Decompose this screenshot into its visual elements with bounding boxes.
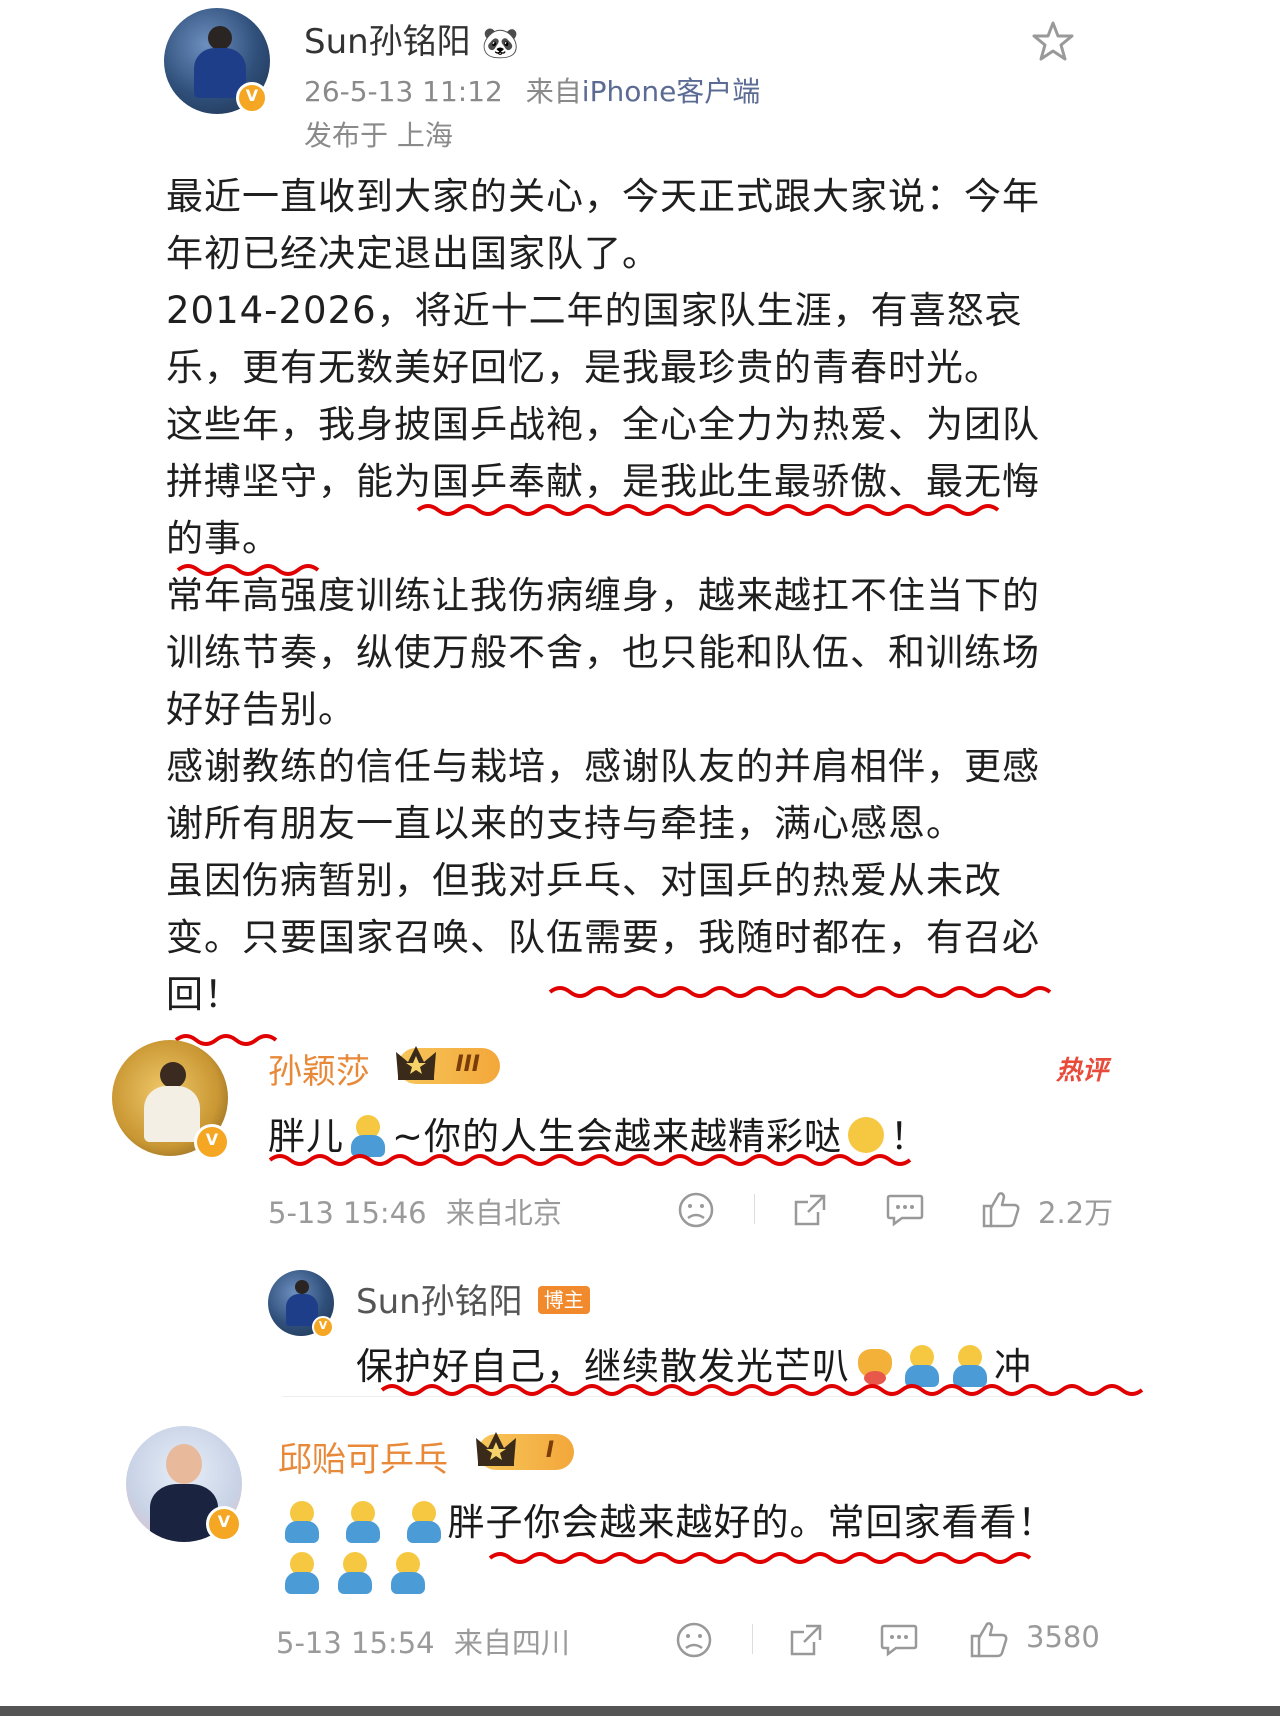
reply-divider (282, 1396, 1052, 1397)
fan-level: III (455, 1052, 480, 1077)
dislike-icon[interactable] (674, 1620, 714, 1660)
post-meta: 26-5-13 11:12 来自iPhone客户端 (304, 70, 760, 110)
post-paragraph: 2014-2026，将近十二年的国家队生涯，有喜怒哀乐，更有无数美好回忆，是我最… (166, 289, 1023, 389)
boy-emoji (282, 1552, 322, 1594)
action-divider (752, 1624, 753, 1654)
dislike-icon[interactable] (676, 1190, 716, 1230)
bottom-bar (0, 1706, 1280, 1716)
source-prefix: 来自 (525, 75, 582, 108)
verified-badge-icon: V (312, 1316, 334, 1338)
commenter-name[interactable]: 孙颖莎 (268, 1044, 370, 1093)
panda-emoji: 🐼 (481, 26, 519, 61)
emoji-row (278, 1552, 432, 1594)
author-name[interactable]: Sun孙铭阳 🐼 (304, 14, 519, 63)
comment-location: 来自北京 (445, 1196, 562, 1230)
comment-text-part: 胖子你会越来越好的。常回家看看！ (447, 1501, 1056, 1544)
red-underline-2 (176, 564, 320, 576)
post-paragraph: 感谢教练的信任与栽培，感谢队友的并肩相伴，更感谢所有朋友一直以来的支持与牵挂，满… (166, 745, 1040, 845)
comment-icon[interactable] (878, 1620, 920, 1660)
boy-emoji (404, 1501, 444, 1543)
post-paragraph: 这些年，我身披国乒战袍，全心全力为热爱、为团队拼搏坚守，能为国乒奉献，是我此生最… (166, 403, 1040, 560)
verified-badge-icon: V (206, 1506, 242, 1542)
boy-emoji (282, 1501, 322, 1543)
red-underline-1 (416, 504, 1000, 516)
like-count: 3580 (1026, 1620, 1100, 1654)
reply-author[interactable]: Sun孙铭阳 博主 (356, 1274, 590, 1323)
crown-icon (396, 1046, 436, 1080)
verified-badge-icon: V (194, 1124, 230, 1160)
blogger-badge: 博主 (537, 1286, 590, 1314)
fan-level-badge: III (396, 1046, 500, 1084)
post-body: 最近一直收到大家的关心，今天正式跟大家说：今年年初已经决定退出国家队了。 201… (166, 168, 1046, 1023)
star-icon[interactable] (1032, 20, 1074, 62)
red-underline-3 (548, 986, 1052, 998)
comment-time: 5-13 15:46 (268, 1196, 427, 1230)
boy-emoji (388, 1552, 428, 1594)
comment-meta: 5-13 15:46 来自北京 (268, 1190, 562, 1232)
verified-badge-icon: V (236, 82, 268, 114)
post-timestamp: 26-5-13 11:12 (304, 75, 503, 108)
share-icon[interactable] (790, 1190, 830, 1230)
comment-location: 来自四川 (453, 1626, 570, 1660)
fan-level: I (545, 1438, 554, 1463)
crown-icon (476, 1432, 516, 1466)
comment-time: 5-13 15:54 (276, 1626, 435, 1660)
boy-emoji (335, 1552, 375, 1594)
red-underline-7 (488, 1552, 1032, 1564)
comment-text: 胖子你会越来越好的。常回家看看！ (278, 1492, 1056, 1546)
action-divider (754, 1194, 755, 1224)
post-source[interactable]: iPhone客户端 (582, 75, 761, 108)
post-paragraph: 最近一直收到大家的关心，今天正式跟大家说：今年年初已经决定退出国家队了。 (166, 175, 1040, 275)
reply-author-name: Sun孙铭阳 (356, 1282, 523, 1322)
red-underline-5 (268, 1154, 912, 1166)
comment-icon[interactable] (884, 1190, 926, 1230)
author-name-text: Sun孙铭阳 (304, 22, 471, 62)
boy-emoji (343, 1501, 383, 1543)
thumbs-up-icon[interactable] (968, 1618, 1010, 1660)
red-underline-6 (380, 1384, 1144, 1396)
post-paragraph: 常年高强度训练让我伤病缠身，越来越扛不住当下的训练节奏，纵使万般不舍，也只能和队… (166, 574, 1040, 731)
thumbs-up-icon[interactable] (980, 1188, 1022, 1230)
like-count: 2.2万 (1038, 1196, 1114, 1230)
hot-comment-label: 热评 (1056, 1056, 1109, 1086)
fan-level-badge: I (476, 1432, 574, 1470)
post-location: 发布于 上海 (304, 119, 453, 152)
share-icon[interactable] (786, 1620, 826, 1660)
commenter-name[interactable]: 邱贻可乒乓 (278, 1432, 448, 1481)
comment-meta: 5-13 15:54 来自四川 (276, 1620, 570, 1662)
